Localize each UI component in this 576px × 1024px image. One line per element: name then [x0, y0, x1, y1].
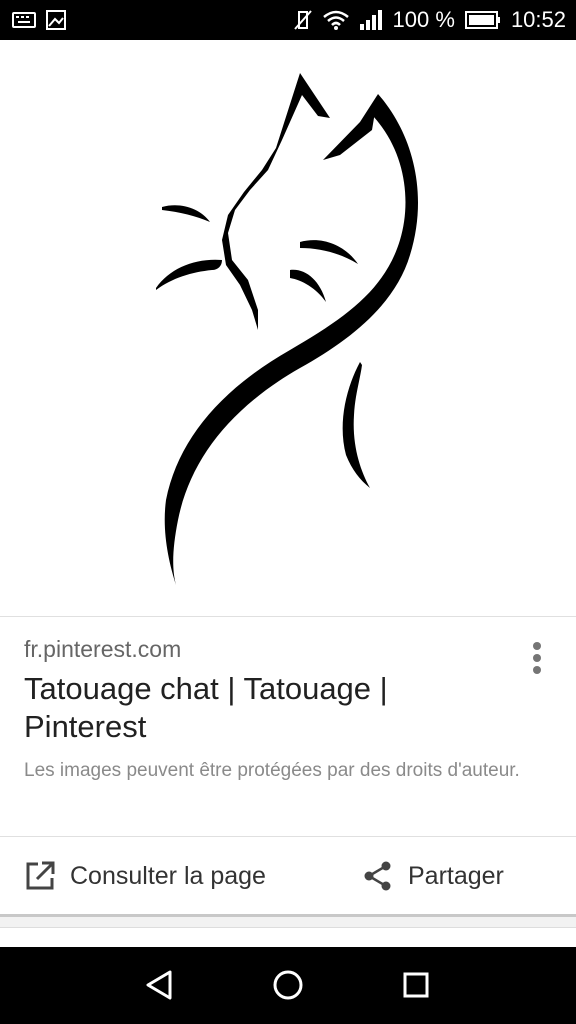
back-icon[interactable]	[142, 967, 178, 1003]
battery-percent: 100 %	[392, 7, 455, 32]
result-title[interactable]: Tatouage chat | Tatouage | Pinterest	[24, 670, 494, 746]
result-image[interactable]	[0, 40, 576, 616]
divider	[0, 836, 576, 837]
next-card-peek[interactable]	[0, 927, 576, 948]
signal-icon	[359, 9, 383, 31]
share-label: Partager	[408, 861, 504, 890]
image-icon	[46, 10, 66, 30]
home-icon[interactable]	[270, 967, 306, 1003]
copyright-notice: Les images peuvent être protégées par de…	[24, 760, 520, 781]
share-icon	[362, 860, 394, 892]
keyboard-icon	[12, 10, 36, 30]
visit-page-label: Consulter la page	[70, 861, 266, 890]
divider	[0, 616, 576, 617]
vibrate-off-icon	[293, 9, 313, 31]
cat-tattoo-illustration	[156, 73, 419, 585]
battery-icon	[464, 10, 501, 30]
source-domain[interactable]: fr.pinterest.com	[24, 636, 181, 663]
more-options-icon[interactable]	[526, 638, 548, 678]
clock: 10:52	[510, 7, 566, 32]
status-bar: 100 % 10:52	[0, 0, 576, 40]
wifi-icon	[322, 9, 349, 31]
recents-icon[interactable]	[398, 967, 434, 1003]
card-gap	[0, 917, 576, 927]
navigation-bar	[0, 947, 576, 1024]
share-button[interactable]: Partager	[362, 854, 504, 898]
visit-page-button[interactable]: Consulter la page	[24, 854, 266, 898]
open-in-new-icon	[24, 860, 56, 892]
